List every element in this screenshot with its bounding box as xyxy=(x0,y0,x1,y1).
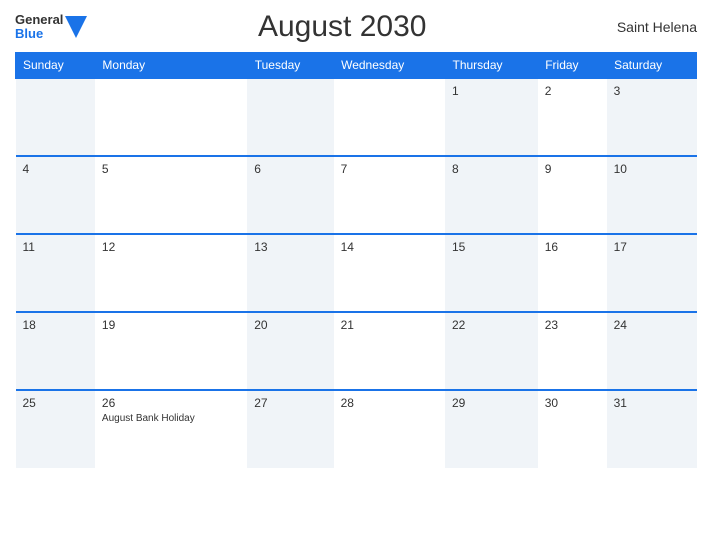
calendar-cell: 3 xyxy=(607,78,697,156)
day-number: 2 xyxy=(545,84,600,98)
calendar-cell: 28 xyxy=(334,390,445,468)
logo: General Blue xyxy=(15,13,87,42)
header-monday: Monday xyxy=(95,53,247,79)
calendar-cell: 15 xyxy=(445,234,538,312)
calendar-cell: 29 xyxy=(445,390,538,468)
calendar-cell: 14 xyxy=(334,234,445,312)
logo-general-text: General xyxy=(15,12,63,27)
day-number: 11 xyxy=(23,240,88,254)
header-saturday: Saturday xyxy=(607,53,697,79)
logo-blue-text: Blue xyxy=(15,26,43,41)
calendar-cell: 7 xyxy=(334,156,445,234)
header-tuesday: Tuesday xyxy=(247,53,333,79)
day-number: 8 xyxy=(452,162,531,176)
day-number: 22 xyxy=(452,318,531,332)
header-sunday: Sunday xyxy=(16,53,95,79)
day-number: 14 xyxy=(341,240,438,254)
calendar-cell: 18 xyxy=(16,312,95,390)
calendar-cell: 16 xyxy=(538,234,607,312)
calendar-cell xyxy=(334,78,445,156)
calendar-cell: 26 August Bank Holiday xyxy=(95,390,247,468)
day-number: 27 xyxy=(254,396,326,410)
day-number: 6 xyxy=(254,162,326,176)
calendar-cell: 21 xyxy=(334,312,445,390)
day-number: 18 xyxy=(23,318,88,332)
event-label: August Bank Holiday xyxy=(102,412,240,425)
day-number: 17 xyxy=(614,240,690,254)
calendar-cell: 24 xyxy=(607,312,697,390)
calendar-cell: 11 xyxy=(16,234,95,312)
day-number: 19 xyxy=(102,318,240,332)
day-number: 28 xyxy=(341,396,438,410)
day-number: 23 xyxy=(545,318,600,332)
calendar-cell: 2 xyxy=(538,78,607,156)
weekday-header-row: Sunday Monday Tuesday Wednesday Thursday… xyxy=(16,53,697,79)
calendar-cell: 8 xyxy=(445,156,538,234)
calendar-cell: 13 xyxy=(247,234,333,312)
day-number: 24 xyxy=(614,318,690,332)
calendar-cell: 19 xyxy=(95,312,247,390)
calendar-cell xyxy=(247,78,333,156)
day-number: 9 xyxy=(545,162,600,176)
calendar-cell: 1 xyxy=(445,78,538,156)
day-number: 15 xyxy=(452,240,531,254)
calendar-cell: 27 xyxy=(247,390,333,468)
calendar-cell: 31 xyxy=(607,390,697,468)
day-number: 30 xyxy=(545,396,600,410)
header-wednesday: Wednesday xyxy=(334,53,445,79)
calendar-week-row: 11 12 13 14 15 16 17 xyxy=(16,234,697,312)
calendar-table: Sunday Monday Tuesday Wednesday Thursday… xyxy=(15,52,697,468)
calendar-cell: 23 xyxy=(538,312,607,390)
header-friday: Friday xyxy=(538,53,607,79)
day-number: 7 xyxy=(341,162,438,176)
calendar-cell xyxy=(95,78,247,156)
calendar-cell: 22 xyxy=(445,312,538,390)
day-number: 12 xyxy=(102,240,240,254)
calendar-cell: 20 xyxy=(247,312,333,390)
day-number: 13 xyxy=(254,240,326,254)
calendar-cell: 9 xyxy=(538,156,607,234)
day-number: 20 xyxy=(254,318,326,332)
region-label: Saint Helena xyxy=(597,19,697,35)
calendar-week-row: 18 19 20 21 22 23 24 xyxy=(16,312,697,390)
month-title: August 2030 xyxy=(87,10,597,44)
day-number: 26 xyxy=(102,396,240,410)
calendar-cell: 4 xyxy=(16,156,95,234)
day-number: 29 xyxy=(452,396,531,410)
header-thursday: Thursday xyxy=(445,53,538,79)
calendar-cell xyxy=(16,78,95,156)
day-number: 31 xyxy=(614,396,690,410)
calendar-week-row: 25 26 August Bank Holiday 27 28 29 30 31 xyxy=(16,390,697,468)
calendar-container: General Blue August 2030 Saint Helena Su… xyxy=(0,0,712,550)
calendar-cell: 30 xyxy=(538,390,607,468)
day-number: 25 xyxy=(23,396,88,410)
day-number: 16 xyxy=(545,240,600,254)
calendar-cell: 10 xyxy=(607,156,697,234)
calendar-header: General Blue August 2030 Saint Helena xyxy=(15,10,697,44)
calendar-cell: 25 xyxy=(16,390,95,468)
calendar-cell: 12 xyxy=(95,234,247,312)
calendar-cell: 17 xyxy=(607,234,697,312)
calendar-week-row: 456 789 10 xyxy=(16,156,697,234)
calendar-week-row: 123 xyxy=(16,78,697,156)
logo-icon xyxy=(65,16,87,38)
calendar-cell: 6 xyxy=(247,156,333,234)
day-number: 4 xyxy=(23,162,88,176)
day-number: 10 xyxy=(614,162,690,176)
calendar-cell: 5 xyxy=(95,156,247,234)
day-number: 3 xyxy=(614,84,690,98)
day-number: 5 xyxy=(102,162,240,176)
day-number: 21 xyxy=(341,318,438,332)
day-number: 1 xyxy=(452,84,531,98)
